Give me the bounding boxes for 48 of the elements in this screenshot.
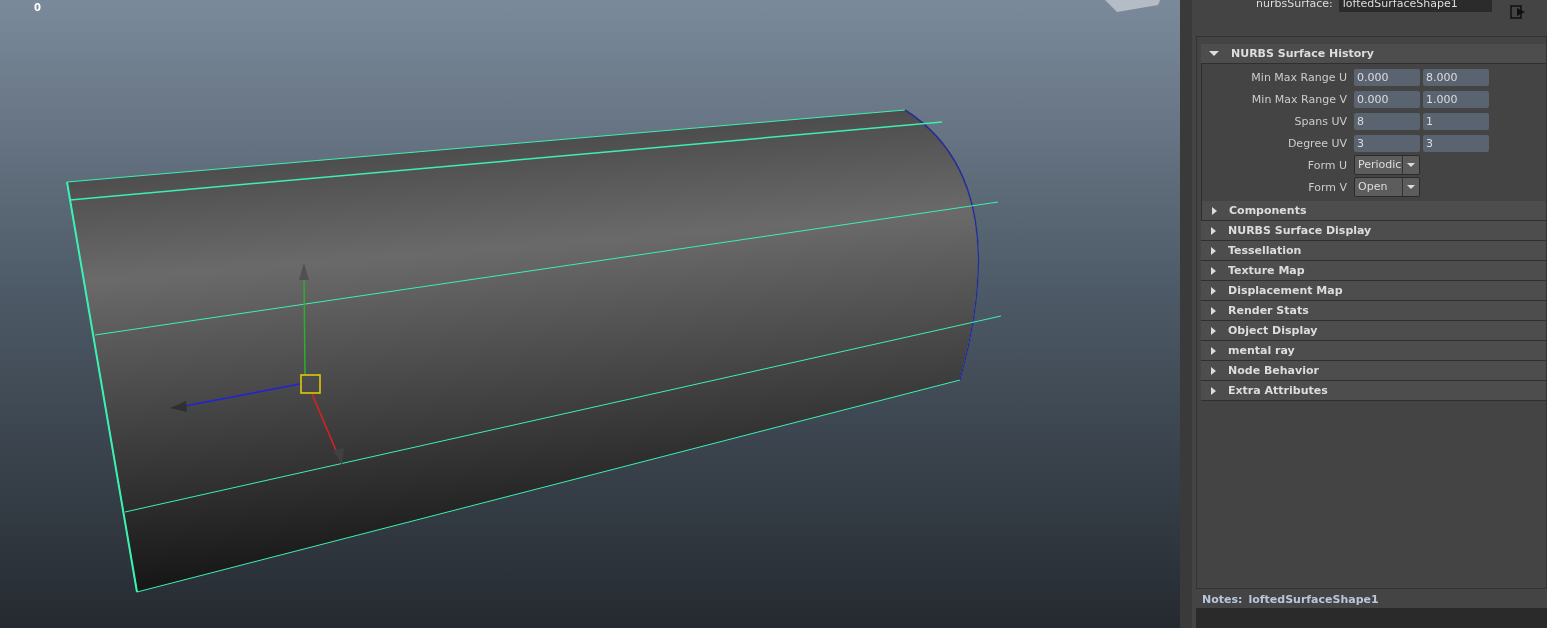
attribute-label: Degree UV: [1286, 136, 1348, 150]
focus-icon[interactable]: [1509, 5, 1526, 19]
expand-arrow-icon: [1209, 51, 1219, 56]
section-header[interactable]: Components: [1202, 201, 1546, 221]
attribute-field[interactable]: 0.000: [1354, 90, 1420, 108]
section-header[interactable]: Object Display: [1201, 321, 1546, 341]
attribute-dropdown[interactable]: Periodic: [1354, 155, 1420, 175]
attribute-field[interactable]: 3: [1354, 134, 1420, 152]
section-header[interactable]: Extra Attributes: [1201, 381, 1546, 401]
section-header[interactable]: Displacement Map: [1201, 281, 1546, 301]
expand-arrow-icon: [1211, 226, 1216, 235]
expand-arrow-icon: [1211, 366, 1216, 375]
attribute-label: Spans UV: [1293, 114, 1348, 128]
caret-icon: [1407, 163, 1415, 167]
expand-arrow-icon: [1211, 386, 1216, 395]
section-header[interactable]: Tessellation: [1201, 241, 1546, 261]
notes-label: Notes:: [1202, 593, 1243, 606]
viewport-3d[interactable]: 0: [0, 0, 1180, 628]
attribute-field[interactable]: 0.000: [1354, 68, 1420, 86]
attribute-label: Min Max Range U: [1250, 70, 1348, 84]
expand-arrow-icon: [1211, 266, 1216, 275]
expand-arrow-icon: [1211, 326, 1216, 335]
section-header[interactable]: Texture Map: [1201, 261, 1546, 281]
attribute-field[interactable]: 8.000: [1423, 68, 1489, 86]
attribute-field[interactable]: 1: [1423, 112, 1489, 130]
notes-node-name: loftedSurfaceShape1: [1248, 593, 1379, 606]
section-header[interactable]: NURBS Surface History: [1201, 44, 1546, 64]
attribute-label: Min Max Range V: [1250, 92, 1348, 106]
attribute-label: Form V: [1307, 180, 1348, 194]
move-manipulator-icon[interactable]: [170, 263, 344, 465]
attribute-label: Form U: [1306, 158, 1348, 172]
notes-field[interactable]: [1196, 608, 1547, 628]
section-header[interactable]: NURBS Surface Display: [1201, 221, 1546, 241]
frame-counter: 0: [34, 2, 41, 13]
caret-icon: [1407, 185, 1415, 189]
expand-arrow-icon: [1211, 246, 1216, 255]
attribute-field[interactable]: 1.000: [1423, 90, 1489, 108]
section-header[interactable]: Node Behavior: [1201, 361, 1546, 381]
section-header[interactable]: Render Stats: [1201, 301, 1546, 321]
section-header[interactable]: mental ray: [1201, 341, 1546, 361]
expand-arrow-icon: [1211, 306, 1216, 315]
view-cube-icon[interactable]: [1105, 0, 1160, 12]
attribute-dropdown[interactable]: Open: [1354, 177, 1420, 197]
attribute-field[interactable]: 8: [1354, 112, 1420, 130]
expand-arrow-icon: [1212, 206, 1217, 215]
expand-arrow-icon: [1211, 286, 1216, 295]
attribute-field[interactable]: 3: [1423, 134, 1489, 152]
expand-arrow-icon: [1211, 346, 1216, 355]
